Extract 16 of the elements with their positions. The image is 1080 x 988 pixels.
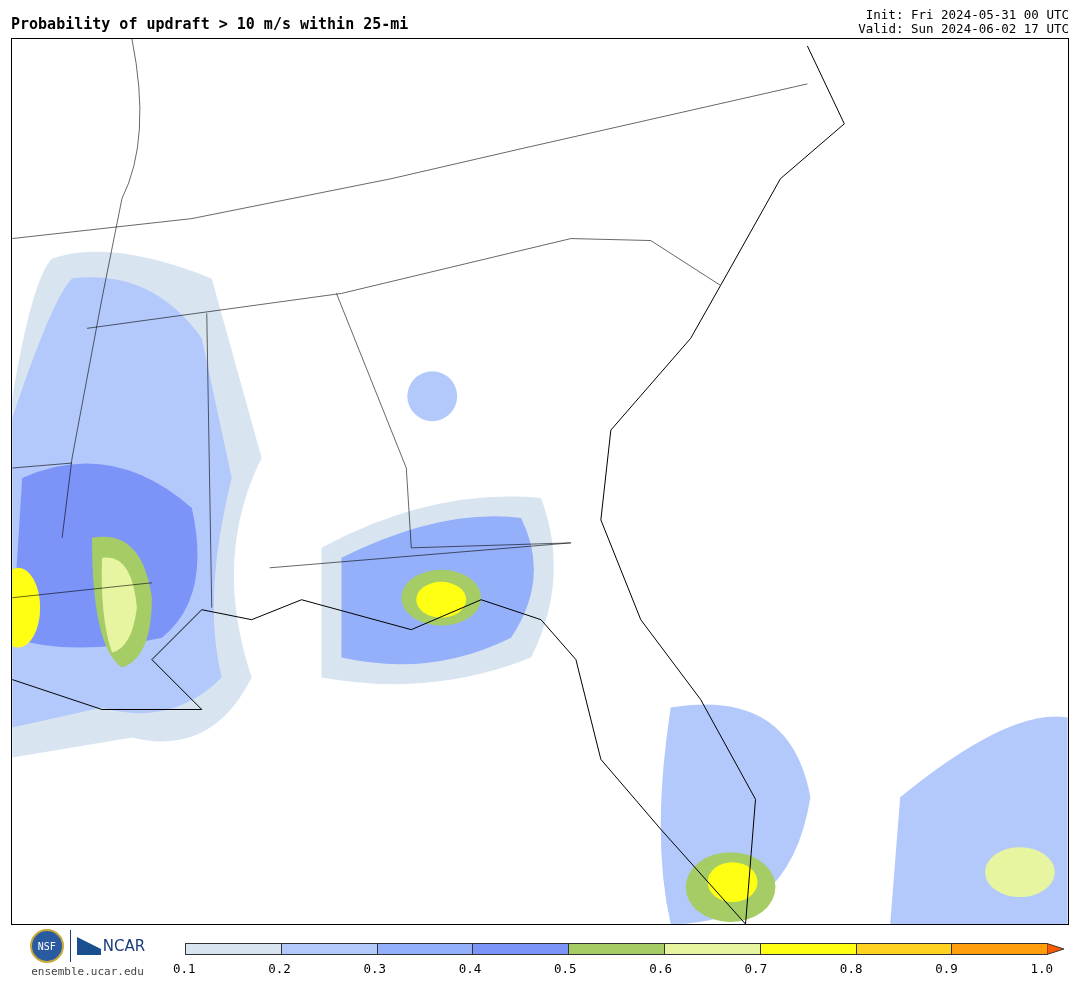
colorbar-tick-label: 0.4 [458, 961, 482, 976]
site-url: ensemble.ucar.edu [31, 965, 144, 978]
colorbar-tick-label: 0.6 [649, 961, 672, 976]
colorbar-tick-label: 0.7 [744, 961, 768, 976]
colorbar-tick-label: 1.0 [1030, 961, 1053, 976]
colorbar-tick-label: 0.8 [839, 961, 863, 976]
init-time: Init: Fri 2024-05-31 00 UTC [864, 8, 1069, 22]
valid-time: Valid: Sun 2024-06-02 17 UTC [858, 22, 1069, 36]
colorbar-tick-label: 0.1 [173, 961, 196, 976]
colorbar-tick-label: 0.5 [554, 961, 577, 976]
colorbar-tick-label: 0.9 [935, 961, 958, 976]
colorbar-tick-label: 0.2 [268, 961, 291, 976]
nsf-logo: NSF [29, 929, 64, 963]
ncar-logo: NCAR [76, 937, 146, 955]
chart-title: Probability of updraft > 10 m/s within 25-mi [11, 15, 409, 35]
colorbar-tick-label: 0.3 [363, 961, 387, 976]
